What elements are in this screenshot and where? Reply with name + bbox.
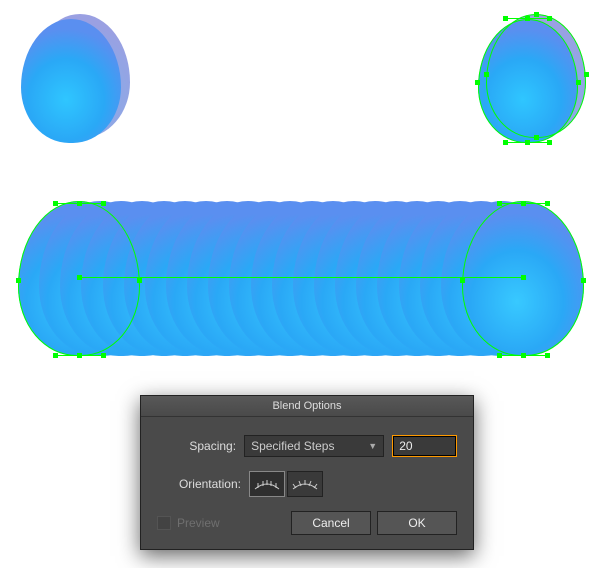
handle-end[interactable]	[503, 16, 508, 21]
ok-button[interactable]: OK	[377, 511, 457, 535]
egg-shape-2[interactable]	[478, 19, 578, 143]
cancel-button-label: Cancel	[312, 516, 349, 530]
blend-options-dialog: Blend Options Spacing: Specified Steps ▼…	[140, 395, 474, 550]
egg-shape-1[interactable]	[21, 19, 121, 143]
align-to-path-icon	[292, 477, 318, 491]
blend-step-egg[interactable]	[462, 201, 584, 356]
preview-label: Preview	[177, 516, 220, 530]
align-to-page-icon	[254, 477, 280, 491]
handle-end[interactable]	[503, 140, 508, 145]
spacing-steps-input[interactable]: 20	[392, 435, 457, 457]
orientation-align-to-page-button[interactable]	[249, 471, 285, 497]
preview-checkbox[interactable]	[157, 516, 171, 530]
orientation-label: Orientation:	[157, 477, 241, 491]
spacing-mode-dropdown[interactable]: Specified Steps ▼	[244, 435, 384, 457]
spacing-label: Spacing:	[157, 439, 236, 453]
dialog-title: Blend Options	[141, 396, 473, 417]
spacing-mode-value: Specified Steps	[251, 439, 334, 453]
handle-end[interactable]	[547, 140, 552, 145]
spacing-steps-value: 20	[399, 439, 412, 453]
chevron-down-icon: ▼	[368, 441, 377, 451]
ok-button-label: OK	[408, 516, 425, 530]
orientation-align-to-path-button[interactable]	[287, 471, 323, 497]
blend-object[interactable]	[18, 201, 584, 359]
cancel-button[interactable]: Cancel	[291, 511, 371, 535]
